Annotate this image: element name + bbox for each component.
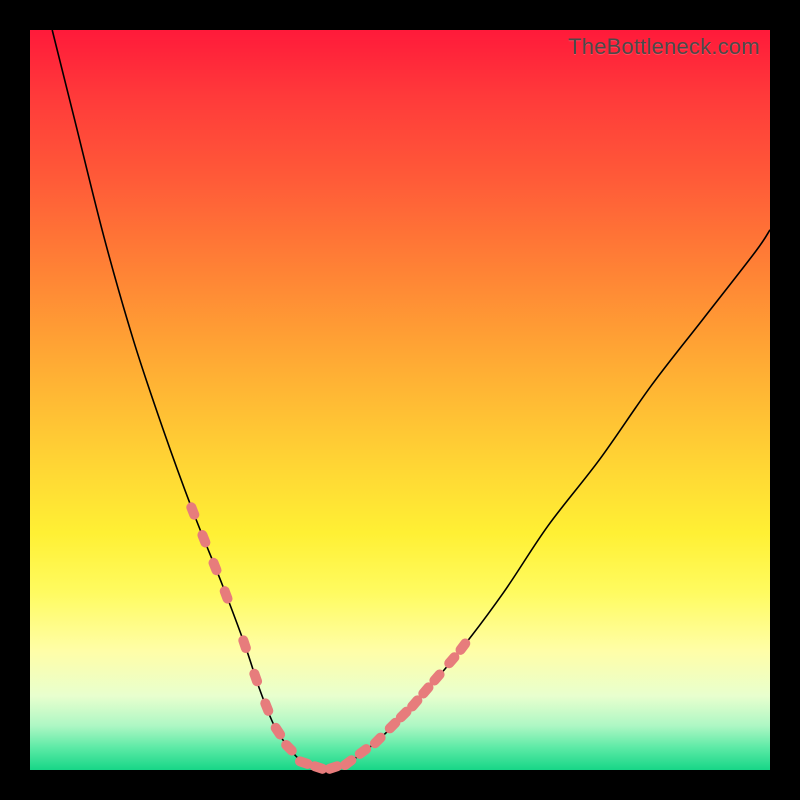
curve-path bbox=[52, 30, 770, 770]
curve-marker bbox=[279, 738, 299, 758]
chart-frame: TheBottleneck.com bbox=[0, 0, 800, 800]
curve-marker bbox=[259, 697, 275, 717]
curve-marker bbox=[323, 760, 343, 775]
bottleneck-curve bbox=[30, 30, 770, 770]
curve-marker bbox=[248, 667, 263, 687]
curve-marker bbox=[237, 634, 252, 654]
curve-marker bbox=[218, 585, 234, 605]
curve-marker bbox=[207, 556, 223, 576]
marker-group bbox=[185, 501, 472, 775]
curve-marker bbox=[185, 501, 201, 521]
curve-marker bbox=[269, 721, 287, 742]
plot-area: TheBottleneck.com bbox=[30, 30, 770, 770]
curve-marker bbox=[196, 529, 212, 549]
